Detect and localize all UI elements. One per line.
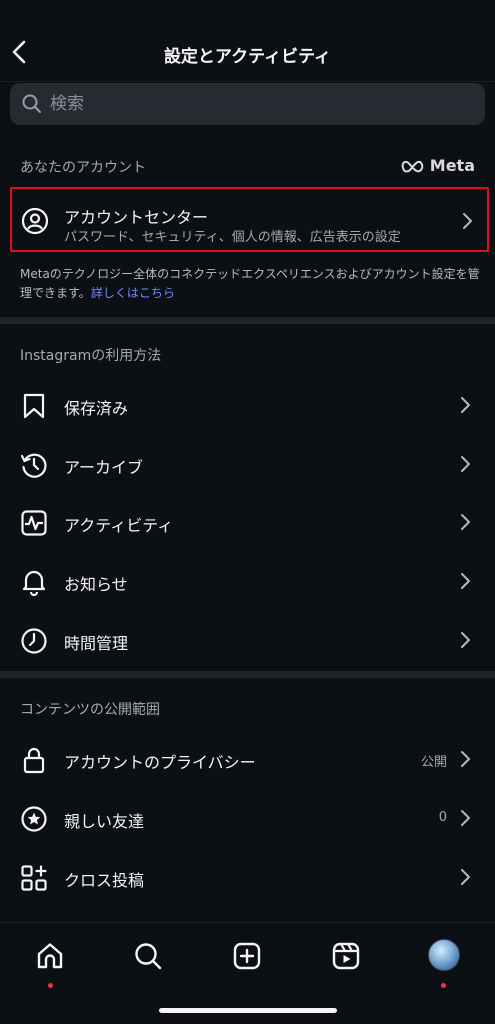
chevron-right-icon	[461, 869, 470, 885]
menu-item-account-privacy[interactable]: アカウントのプライバシー 公開	[0, 731, 495, 789]
search-bar[interactable]	[10, 83, 485, 125]
menu-item-cross-posting[interactable]: クロス投稿	[0, 849, 495, 907]
reels-icon	[332, 942, 360, 970]
menu-item-close-friends[interactable]: 親しい友達 0	[0, 790, 495, 848]
meta-logo-text: Meta	[429, 156, 475, 175]
clock-icon	[21, 628, 47, 654]
menu-item-label: クロス投稿	[64, 871, 145, 890]
notification-dot	[48, 983, 53, 988]
menu-item-label: 時間管理	[64, 634, 129, 653]
meta-infinity-icon	[401, 160, 424, 172]
menu-item-label: 保存済み	[64, 399, 129, 418]
menu-item-archive[interactable]: アーカイブ	[0, 436, 495, 494]
home-indicator	[159, 1008, 337, 1013]
menu-item-saved[interactable]: 保存済み	[0, 377, 495, 435]
tab-reels[interactable]	[326, 937, 366, 977]
activity-icon	[21, 510, 47, 536]
menu-item-label: アーカイブ	[64, 458, 144, 477]
profile-avatar	[428, 939, 460, 971]
account-center-subtitle: パスワード、セキュリティ、個人の情報、広告表示の設定	[64, 230, 401, 245]
search-icon	[135, 943, 162, 970]
menu-item-activity[interactable]: アクティビティ	[0, 494, 495, 552]
section-label-who-can-see: コンテンツの公開範囲	[20, 702, 160, 718]
bookmark-icon	[23, 393, 45, 419]
menu-item-label: アカウントのプライバシー	[64, 753, 256, 772]
chevron-right-icon	[463, 213, 472, 229]
bell-icon	[22, 570, 46, 596]
section-label-your-account: あなたのアカウント	[20, 160, 146, 176]
meta-logo: Meta	[401, 156, 475, 175]
lock-icon	[23, 747, 45, 774]
tab-profile[interactable]	[424, 937, 464, 988]
menu-item-notifications[interactable]: お知らせ	[0, 553, 495, 611]
home-icon	[37, 943, 63, 969]
cross-post-icon	[21, 865, 47, 891]
header: 設定とアクティビティ	[0, 0, 495, 82]
section-label-how-you-use: Instagramの利用方法	[20, 348, 162, 364]
account-center-item[interactable]: アカウントセンター パスワード、セキュリティ、個人の情報、広告表示の設定	[10, 187, 489, 252]
chevron-right-icon	[461, 397, 470, 413]
section-divider	[0, 671, 495, 678]
chevron-right-icon	[461, 632, 470, 648]
page-title: 設定とアクティビティ	[163, 47, 332, 67]
chevron-right-icon	[461, 810, 470, 826]
menu-item-label: 親しい友達	[64, 812, 145, 831]
chevron-right-icon	[461, 514, 470, 530]
account-center-description: Metaのテクノロジー全体のコネクテッドエクスペリエンスおよびアカウント設定を管…	[20, 267, 480, 300]
learn-more-link[interactable]: 詳しくはこちら	[91, 286, 175, 300]
tab-home[interactable]	[30, 937, 70, 988]
section-divider	[0, 317, 495, 324]
account-center-title: アカウントセンター	[64, 208, 209, 227]
menu-item-label: アクティビティ	[64, 516, 174, 535]
privacy-status-value: 公開	[420, 755, 447, 770]
menu-item-label: お知らせ	[64, 575, 128, 594]
search-icon	[22, 94, 41, 113]
chevron-right-icon	[461, 751, 470, 767]
chevron-right-icon	[461, 456, 470, 472]
archive-icon	[20, 453, 47, 478]
menu-item-time-management[interactable]: 時間管理	[0, 612, 495, 670]
chevron-right-icon	[461, 573, 470, 589]
search-input[interactable]	[50, 94, 450, 114]
close-friends-count: 0	[438, 810, 447, 825]
tab-create[interactable]	[227, 937, 267, 977]
account-circle-icon	[21, 207, 49, 235]
star-icon	[21, 806, 47, 832]
notification-dot	[441, 983, 446, 988]
create-icon	[233, 942, 261, 970]
tab-search[interactable]	[128, 937, 168, 977]
